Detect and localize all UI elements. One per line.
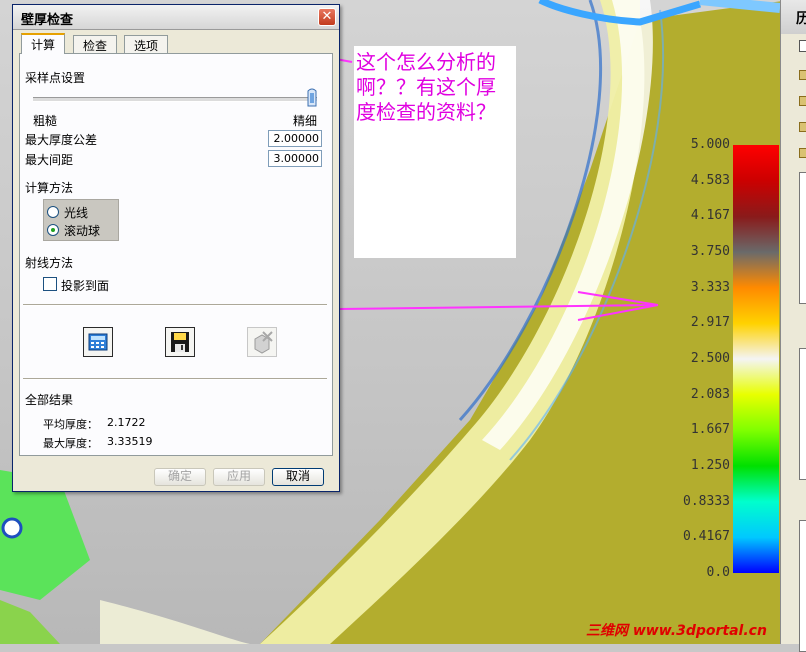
side-list-box[interactable]: [799, 172, 806, 304]
delete-button[interactable]: [247, 327, 277, 357]
legend-tick-label: 0.4167: [683, 529, 730, 545]
max-thickness-label: 最大厚度：: [43, 437, 98, 450]
delete-box-icon: [254, 331, 273, 354]
annotation-note: 这个怎么分析的啊？？有这个厚度检查的资料？: [354, 46, 516, 258]
sampling-title: 采样点设置: [25, 71, 86, 85]
side-list-box[interactable]: [799, 348, 806, 480]
tab-options[interactable]: 选项: [124, 35, 169, 53]
legend-tick-label: 2.083: [690, 386, 730, 402]
thickness-color-legend: [733, 145, 779, 573]
radio-rolling-ball-indicator[interactable]: [47, 224, 59, 236]
calculate-button[interactable]: [83, 327, 113, 357]
folder-icon[interactable]: [799, 122, 806, 132]
site-watermark: 三维网 www.3dportal.cn: [586, 623, 767, 639]
radio-rolling-ball-label: 滚动球: [64, 224, 101, 238]
legend-tick-label: 0.8333: [683, 493, 730, 509]
side-panel-header: 历: [781, 0, 806, 34]
dialog-title: 壁厚检查: [21, 13, 74, 28]
legend-tick-label: 5.000: [690, 137, 730, 152]
side-list-box[interactable]: [799, 520, 806, 652]
sampling-slider-thumb[interactable]: [307, 87, 317, 107]
results-title: 全部结果: [25, 393, 74, 407]
legend-tick-label: 0.0: [706, 565, 730, 580]
ray-method-title: 射线方法: [25, 256, 74, 270]
legend-tick-label: 3.750: [690, 244, 730, 259]
avg-thickness-label: 平均厚度：: [43, 418, 98, 431]
side-panel: 历: [780, 0, 806, 652]
avg-thickness-value: 2.1722: [107, 416, 146, 429]
max-thickness-tol-label: 最大厚度公差: [25, 133, 98, 147]
legend-tick-label: 2.500: [690, 351, 730, 366]
project-to-face-label: 投影到面: [61, 279, 110, 293]
tab-calculate[interactable]: 计算: [21, 33, 66, 54]
legend-tick-label: 4.583: [690, 172, 730, 188]
radio-ray-indicator[interactable]: [47, 206, 59, 218]
calculator-icon: [88, 333, 108, 351]
legend-tick-label: 1.250: [690, 458, 730, 473]
save-button[interactable]: [165, 327, 195, 357]
max-thickness-value: 3.33519: [107, 435, 153, 448]
legend-tick-label: 3.333: [690, 279, 730, 295]
separator: [23, 304, 327, 306]
sampling-slider-track[interactable]: [33, 97, 317, 102]
ok-button[interactable]: 确定: [154, 468, 206, 486]
tab-inspect[interactable]: 检查: [73, 35, 118, 53]
annotation-text: 这个怎么分析的啊？？有这个厚度检查的资料？: [356, 50, 496, 124]
radio-ray[interactable]: 光线: [47, 204, 121, 221]
dialog-titlebar[interactable]: 壁厚检查 ✕: [13, 5, 339, 30]
project-to-face-checkbox[interactable]: [43, 277, 57, 291]
close-button[interactable]: ✕: [318, 8, 336, 26]
slider-label-coarse: 粗糙: [33, 114, 58, 128]
wall-thickness-dialog[interactable]: 壁厚检查 ✕ 计算 检查 选项 采样点设置 粗糙 精细 最大厚度公差 2.000…: [12, 4, 340, 492]
legend-tick-label: 2.917: [690, 315, 730, 331]
legend-tick-label: 4.167: [690, 208, 730, 224]
floppy-disk-icon: [171, 332, 189, 352]
max-thickness-tol-input[interactable]: 2.00000: [268, 130, 322, 147]
cancel-button[interactable]: 取消: [272, 468, 324, 486]
legend-tick-label: 1.667: [690, 422, 730, 438]
radio-ray-label: 光线: [64, 206, 89, 220]
folder-icon[interactable]: [799, 148, 806, 158]
apply-button[interactable]: 应用: [213, 468, 265, 486]
slider-label-fine: 精细: [293, 114, 318, 128]
folder-icon[interactable]: [799, 70, 806, 80]
tree-checkbox[interactable]: [799, 40, 806, 52]
folder-icon[interactable]: [799, 96, 806, 106]
max-spacing-input[interactable]: 3.00000: [268, 150, 322, 167]
separator: [23, 378, 327, 380]
max-spacing-label: 最大间距: [25, 153, 74, 167]
radio-rolling-ball[interactable]: 滚动球: [47, 222, 121, 239]
calc-method-title: 计算方法: [25, 181, 74, 195]
